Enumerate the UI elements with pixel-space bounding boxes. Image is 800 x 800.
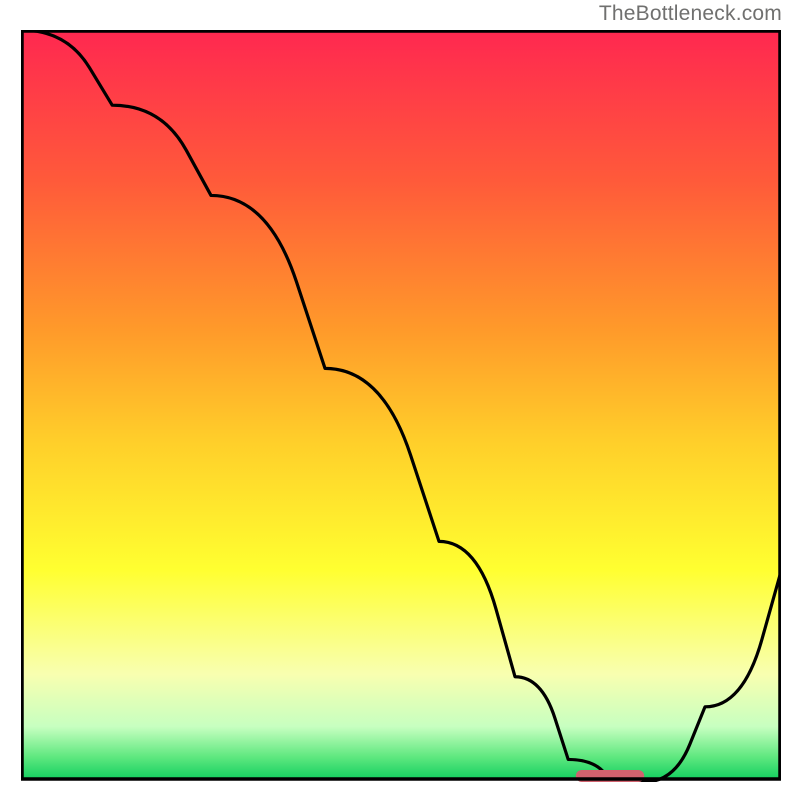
watermark-text: TheBottleneck.com [599,2,782,26]
chart-background-gradient [22,31,780,779]
bottleneck-chart [21,30,781,782]
